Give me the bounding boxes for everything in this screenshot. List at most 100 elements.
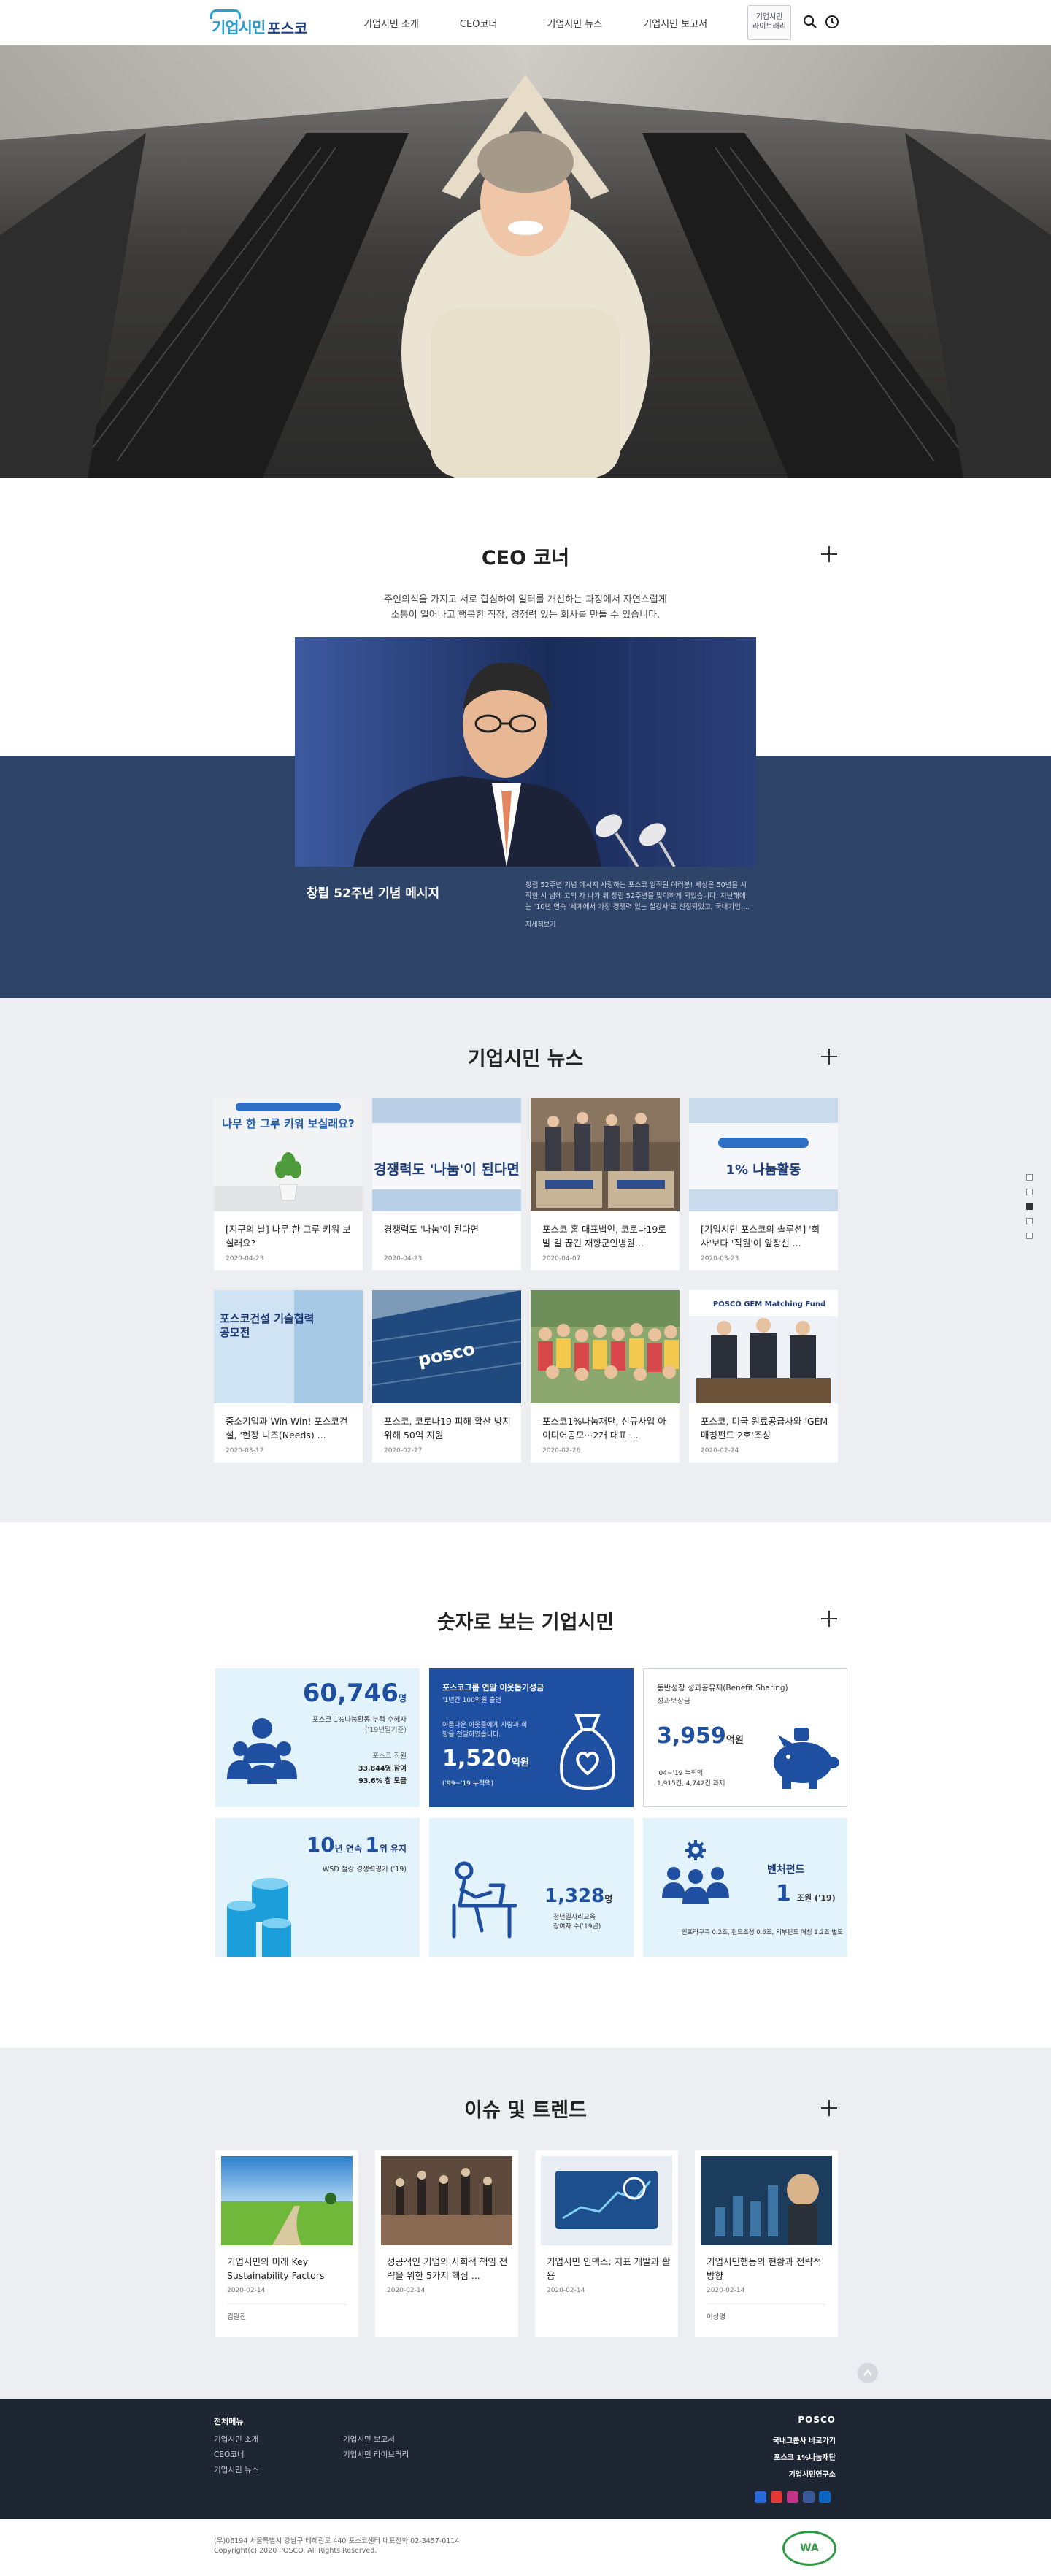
main-nav: 기업시민 소개 CEO코너 기업시민 뉴스 기업시민 보고서 [363, 16, 754, 30]
ceo-more-link[interactable]: 자세히보기 [526, 919, 555, 929]
stats-more-plus-icon[interactable] [821, 1611, 837, 1627]
trend-thumbnail [381, 2156, 512, 2245]
stat-head: 포스코그룹 연말 이웃돕기성금 [442, 1683, 544, 1693]
news-thumb-image: 경쟁력도 '나눔'이 된다면 [372, 1098, 521, 1211]
site-logo[interactable]: 기업시민 포스코 [209, 9, 307, 38]
news-card-date: 2020-04-23 [226, 1255, 264, 1262]
news-card[interactable]: POSCO GEM Matching Fund 포스코, 미국 원료공급사와 '… [689, 1290, 838, 1463]
section-dot[interactable] [1026, 1233, 1033, 1239]
nav-item-ceo[interactable]: CEO코너 [460, 16, 497, 30]
stat-number: 1,328 [544, 1885, 605, 1907]
news-card[interactable]: 1% 나눔활동 [기업시민 포스코의 솔루션] '회사'보다 '직원'이 앞장선… [689, 1098, 838, 1270]
facebook-icon[interactable] [803, 2491, 815, 2503]
web-accessibility-mark: WA [782, 2531, 836, 2566]
logo-text-citizen: 기업시민 [209, 9, 266, 38]
stat-value: 1,328명 [544, 1885, 612, 1907]
footer-link-about[interactable]: 기업시민 소개 [214, 2434, 258, 2445]
posco-sns-icon[interactable] [755, 2491, 766, 2503]
trends-more-plus-icon[interactable] [821, 2100, 837, 2116]
stat-value: 3,959억원 [657, 1723, 744, 1749]
section-dot[interactable] [1026, 1189, 1033, 1195]
news-thumbnail: 나무 한 그루 키워 보실래요? [214, 1098, 363, 1211]
scroll-top-button[interactable] [858, 2363, 878, 2383]
thumb-text: 나무 한 그루 키워 보실래요? [222, 1117, 354, 1130]
news-card-date: 2020-02-26 [542, 1447, 581, 1454]
section-dot-active[interactable] [1026, 1203, 1033, 1210]
footer-link-report[interactable]: 기업시민 보고서 [343, 2434, 395, 2445]
site-header: 기업시민 포스코 기업시민 소개 CEO코너 기업시민 뉴스 기업시민 보고서 … [0, 0, 1051, 45]
thumb-text: 1% 나눔활동 [725, 1162, 801, 1178]
footer-link-news[interactable]: 기업시민 뉴스 [214, 2464, 258, 2475]
ceo-caption[interactable]: 창립 52주년 기념 메시지 [307, 883, 439, 901]
trend-card[interactable]: 기업시민 인덱스: 지표 개발과 활용 2020-02-14 [535, 2150, 678, 2337]
stat-sub: 성과보상금 [657, 1698, 690, 1706]
news-more-plus-icon[interactable] [821, 1049, 837, 1065]
trend-card-title: 기업시민의 미래 Key Sustainability Factors [227, 2256, 325, 2281]
instagram-icon[interactable] [787, 2491, 798, 2503]
ceo-section-title: CEO 코너 [481, 547, 570, 570]
trend-card[interactable]: 기업시민행동의 현황과 전략적 방향 2020-02-14 이상명 [695, 2150, 838, 2337]
news-thumbnail [531, 1290, 680, 1403]
youtube-icon[interactable] [771, 2491, 782, 2503]
ceo-intro-text: 주인의식을 가지고 서로 합심하여 일터를 개선하는 과정에서 자연스럽게 소통… [343, 592, 708, 623]
news-card[interactable]: posco 포스코, 코로나19 피해 확산 방지 위해 50억 지원 2020… [372, 1290, 521, 1463]
footer-link-ceo[interactable]: CEO코너 [214, 2449, 245, 2460]
news-card[interactable]: 경쟁력도 '나눔'이 된다면 경쟁력도 '나눔'이 된다면 2020-04-23 [372, 1098, 521, 1270]
nav-item-report[interactable]: 기업시민 보고서 [643, 16, 707, 30]
money-bag-icon [560, 1714, 615, 1790]
stat-tail: 위 유지 [379, 1844, 407, 1854]
footer-posco-link[interactable]: POSCO [798, 2415, 836, 2425]
footer-bottom: (우)06194 서울특별시 강남구 테헤란로 440 포스코센터 대표전화 0… [0, 2519, 1051, 2576]
footer-foundation-link[interactable]: 포스코 1%나눔재단 [774, 2451, 836, 2462]
stat-card-donation: 포스코그룹 연말 이웃돕기성금 '1년간 100억원 출연 아름다운 이웃들에게… [429, 1668, 634, 1807]
stat-number: 10 [306, 1833, 335, 1857]
stat-card-wsd: 10년 연속 1위 유지 WSD 철강 경쟁력평가 ('19) [215, 1818, 420, 1957]
footer-institute-link[interactable]: 기업시민연구소 [789, 2468, 836, 2479]
section-dot[interactable] [1026, 1174, 1033, 1181]
desk-worker-icon [452, 1861, 517, 1939]
news-card[interactable]: 나무 한 그루 키워 보실래요? [지구의 날] 나무 한 그루 키워 보실래요… [214, 1098, 363, 1270]
stat-sub-line1: 청년일자리교육 [553, 1914, 596, 1921]
news-card[interactable]: 포스코1%나눔재단, 신규사업 아이디어공모···2개 대표 ... 2020-… [531, 1290, 680, 1463]
news-card-title: [기업시민 포스코의 솔루션] '회사'보다 '직원'이 앞장선 ... [701, 1224, 820, 1249]
news-card[interactable]: 포스코 홈 대표법인, 코로나19로 발 길 끊긴 재향군인병원... 2020… [531, 1098, 680, 1270]
stat-number: 3,959 [657, 1723, 726, 1749]
stat-value: 1,520억원 [442, 1746, 529, 1771]
news-card-date: 2020-02-27 [384, 1447, 423, 1454]
news-card-date: 2020-02-24 [701, 1447, 739, 1454]
stat-sub-line2: 참여자 수('19년) [553, 1923, 601, 1931]
nav-item-news[interactable]: 기업시민 뉴스 [547, 16, 602, 30]
clock-icon[interactable] [824, 14, 840, 30]
footer-group-link[interactable]: 국내그룹사 바로가기 [773, 2434, 836, 2445]
trend-thumbnail [221, 2156, 353, 2245]
section-dot[interactable] [1026, 1218, 1033, 1224]
search-icon[interactable] [802, 14, 818, 30]
news-card-title: 포스코, 미국 원료공급사와 'GEM 매칭펀드 2호'조성 [701, 1416, 828, 1441]
news-thumb-image [531, 1290, 680, 1403]
nav-item-about[interactable]: 기업시민 소개 [363, 16, 419, 30]
news-section-title: 기업시민 뉴스 [467, 1048, 584, 1070]
ceo-intro-line1: 주인의식을 가지고 서로 합심하여 일터를 개선하는 과정에서 자연스럽게 [384, 594, 667, 605]
news-card[interactable]: 포스코건설 기술협력 공모전 중소기업과 Win-Win! 포스코건설, '현장… [214, 1290, 363, 1463]
stat-card-youth-jobs: 1,328명 청년일자리교육 참여자 수('19년) [429, 1818, 634, 1957]
ceo-more-plus-icon[interactable] [821, 546, 837, 562]
library-badge[interactable]: 기업시민 라이브러리 [747, 5, 791, 40]
trend-card-title: 기업시민행동의 현황과 전략적 방향 [707, 2256, 822, 2281]
trend-card[interactable]: 성공적인 기업의 사회적 책임 전략을 위한 5가지 핵심 ... 2020-0… [375, 2150, 518, 2337]
stat-mid: 년 연속 [334, 1844, 363, 1854]
linkedin-icon[interactable] [819, 2491, 831, 2503]
hero-banner [0, 45, 1051, 478]
stat-sub-line: 포스코 1%나눔활동 누적 수혜자 [312, 1716, 407, 1724]
stat-sub: '1년간 100억원 출연 [442, 1697, 501, 1704]
trend-thumb-image [381, 2156, 512, 2245]
trend-card[interactable]: 기업시민의 미래 Key Sustainability Factors 2020… [215, 2150, 358, 2337]
news-thumb-image: 1% 나눔활동 [689, 1098, 838, 1211]
stat-row-value: 33,844명 참여 [358, 1765, 407, 1773]
news-thumbnail [531, 1098, 680, 1211]
ceo-photo[interactable] [295, 637, 756, 867]
stat-row-value2: 93.6% 참 모금 [358, 1777, 407, 1785]
trend-thumb-image [541, 2156, 672, 2245]
footer-link-library[interactable]: 기업시민 라이브러리 [343, 2449, 409, 2460]
news-card-title: [지구의 날] 나무 한 그루 키워 보실래요? [226, 1224, 351, 1249]
news-card-date: 2020-04-23 [384, 1255, 423, 1262]
